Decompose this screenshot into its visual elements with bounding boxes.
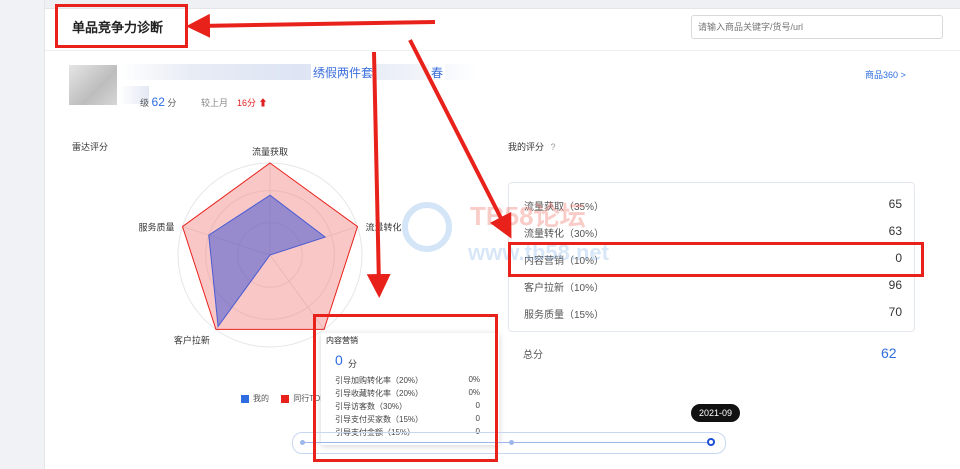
annotation-arrows: [186, 13, 512, 298]
arrow-to-tooltip: [366, 51, 391, 298]
arrow-to-content-row: [408, 39, 512, 239]
arrow-to-title: [186, 13, 436, 38]
